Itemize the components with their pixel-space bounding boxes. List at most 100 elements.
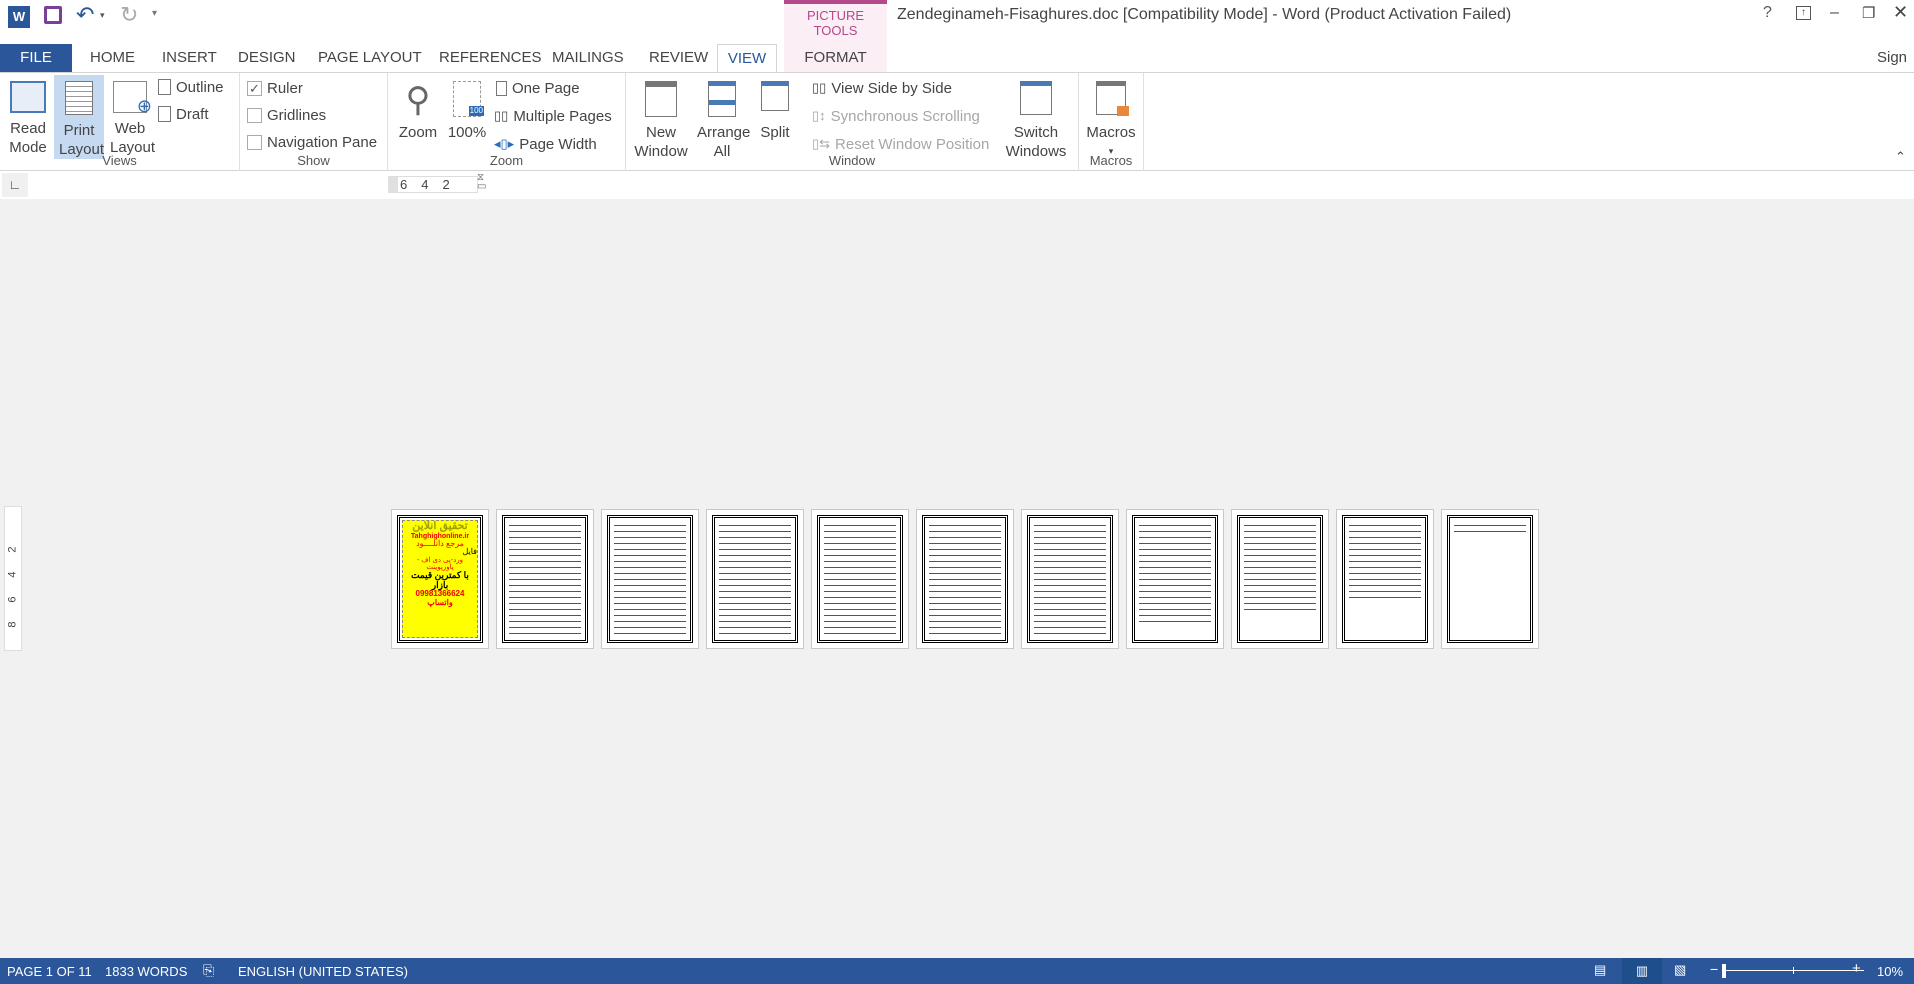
one-page-label: One Page [512, 79, 580, 97]
tab-page-layout[interactable]: PAGE LAYOUT [314, 44, 426, 72]
read-mode-button[interactable]: Read Mode [4, 81, 52, 157]
ruler-checkbox[interactable]: ✓ Ruler [247, 77, 303, 99]
ribbon-display-options-icon[interactable]: ↑ [1796, 6, 1811, 20]
vertical-ruler[interactable]: 2 4 6 8 [4, 506, 22, 651]
page-thumbnail[interactable] [1231, 509, 1329, 649]
switch-windows-icon [1020, 81, 1052, 115]
page-thumbnail[interactable] [601, 509, 699, 649]
page-thumbnail[interactable] [1126, 509, 1224, 649]
multiple-pages-button[interactable]: ▯▯ Multiple Pages [494, 105, 612, 127]
synchronous-scrolling-button[interactable]: ▯↕ Synchronous Scrolling [812, 105, 980, 127]
undo-dropdown-icon[interactable]: ▾ [100, 10, 105, 21]
navigation-pane-checkbox[interactable]: Navigation Pane [247, 131, 377, 153]
page-thumbnail[interactable] [1441, 509, 1539, 649]
macros-button[interactable]: Macros ▾ [1083, 81, 1139, 161]
word-count-status[interactable]: 1833 WORDS [105, 964, 187, 979]
new-window-button[interactable]: New Window [630, 81, 692, 161]
page-width-icon: ◂▯▸ [494, 136, 515, 151]
web-layout-button[interactable]: ⊕ Web Layout [106, 81, 155, 157]
horizontal-ruler[interactable]: 642 [388, 176, 478, 193]
web-layout-view-icon[interactable]: ▧ [1674, 962, 1686, 978]
reset-window-position-button[interactable]: ▯⇆ Reset Window Position [812, 133, 989, 155]
save-icon[interactable] [44, 6, 62, 24]
tab-review[interactable]: REVIEW [645, 44, 712, 72]
customize-qat-icon[interactable]: ▾ [152, 8, 157, 19]
page-border [1342, 515, 1428, 643]
zoom-label: Zoom [398, 124, 438, 141]
zoom-in-button[interactable]: + [1852, 960, 1861, 977]
zoom-button[interactable]: ⚲ Zoom [394, 81, 442, 142]
page-thumbnail-cover[interactable]: تحقیق آنلاین Tahghighonline.ir مرجع دانل… [391, 509, 489, 649]
tab-home[interactable]: HOME [86, 44, 139, 72]
tab-view[interactable]: VIEW [717, 44, 777, 73]
window-group: New Window Arrange All Split ▯▯ View Side… [626, 73, 1079, 171]
zoom-slider-thumb[interactable] [1722, 964, 1726, 978]
tab-mailings[interactable]: MAILINGS [548, 44, 628, 72]
indent-marker-icon[interactable]: ⧖ ▭ [477, 173, 486, 192]
views-group-label: Views [102, 153, 137, 168]
restore-icon[interactable]: ❐ [1862, 4, 1875, 22]
zoom-out-button[interactable]: − [1710, 961, 1718, 977]
page-count-status[interactable]: PAGE 1 OF 11 [7, 964, 92, 979]
tab-insert[interactable]: INSERT [158, 44, 221, 72]
zoom-100-label: 100% [447, 124, 487, 141]
one-page-button[interactable]: One Page [496, 77, 580, 99]
zoom-slider[interactable] [1724, 970, 1864, 971]
page-thumbnail[interactable] [811, 509, 909, 649]
page-thumbnail[interactable] [916, 509, 1014, 649]
undo-icon[interactable]: ↶ [76, 2, 94, 28]
split-button[interactable]: Split [752, 81, 798, 142]
print-layout-button[interactable]: Print Layout [54, 75, 104, 159]
page-thumbnail[interactable] [706, 509, 804, 649]
close-icon[interactable]: ✕ [1893, 2, 1908, 23]
ruler-label: Ruler [267, 79, 303, 97]
print-layout-view-icon[interactable]: ▥ [1622, 958, 1662, 984]
read-mode-view-icon[interactable]: ▤ [1594, 962, 1606, 978]
zoom-100-icon: 100 [453, 81, 484, 117]
cover-line2: فایل [462, 547, 477, 557]
minimize-icon[interactable]: – [1830, 4, 1839, 22]
tab-selector-icon[interactable]: ∟ [2, 173, 28, 197]
read-mode-label: Read Mode [9, 120, 47, 156]
tab-file[interactable]: FILE [0, 44, 72, 72]
window-group-label: Window [828, 153, 876, 168]
page-border [1132, 515, 1218, 643]
switch-windows-button[interactable]: Switch Windows [998, 81, 1074, 161]
cover-line4: با کمترین قیمت بازار [411, 570, 469, 590]
outline-icon [158, 79, 171, 95]
multiple-pages-label: Multiple Pages [513, 107, 612, 125]
cover-advert-image[interactable]: تحقیق آنلاین Tahghighonline.ir مرجع دانل… [402, 520, 478, 638]
page-text-lines [929, 522, 1001, 636]
page-text-lines [614, 522, 686, 636]
tab-design[interactable]: DESIGN [234, 44, 300, 72]
redo-icon[interactable]: ↻ [120, 2, 138, 28]
sign-in-link[interactable]: Sign in [1873, 44, 1914, 94]
cover-title: تحقیق آنلاین [412, 520, 468, 532]
zoom-100-button[interactable]: 100 100% [446, 81, 488, 142]
page-thumbnail[interactable] [496, 509, 594, 649]
language-status[interactable]: ENGLISH (UNITED STATES) [238, 964, 408, 979]
page-border [607, 515, 693, 643]
collapse-ribbon-icon[interactable]: ⌃ [1895, 149, 1906, 165]
horizontal-ruler-row: ∟ 642 ⧖ ▭ [0, 171, 1914, 199]
arrange-all-button[interactable]: Arrange All [692, 81, 752, 161]
gridlines-checkbox[interactable]: Gridlines [247, 104, 326, 126]
ruler-tick: 8 [6, 621, 19, 628]
draft-button[interactable]: Draft [158, 103, 209, 125]
tab-references[interactable]: REFERENCES [435, 44, 546, 72]
page-width-button[interactable]: ◂▯▸ Page Width [494, 133, 597, 155]
macros-group: Macros ▾ Macros [1079, 73, 1144, 171]
ruler-tick: 6 [400, 177, 408, 192]
page-thumbnail[interactable] [1336, 509, 1434, 649]
zoom-level[interactable]: 10% [1877, 964, 1903, 979]
view-side-by-side-button[interactable]: ▯▯ View Side by Side [812, 77, 952, 99]
page-thumbnail[interactable] [1021, 509, 1119, 649]
help-button[interactable]: ? [1763, 4, 1772, 22]
outline-button[interactable]: Outline [158, 76, 224, 98]
tab-format[interactable]: FORMAT [784, 44, 887, 72]
zoom-100-badge: 100 [468, 106, 484, 116]
page-border [712, 515, 798, 643]
proofing-icon[interactable]: ⎘ [203, 962, 214, 979]
zoom-group: ⚲ Zoom 100 100% One Page ▯▯ Multiple Page… [388, 73, 626, 171]
page-border [1447, 515, 1533, 643]
